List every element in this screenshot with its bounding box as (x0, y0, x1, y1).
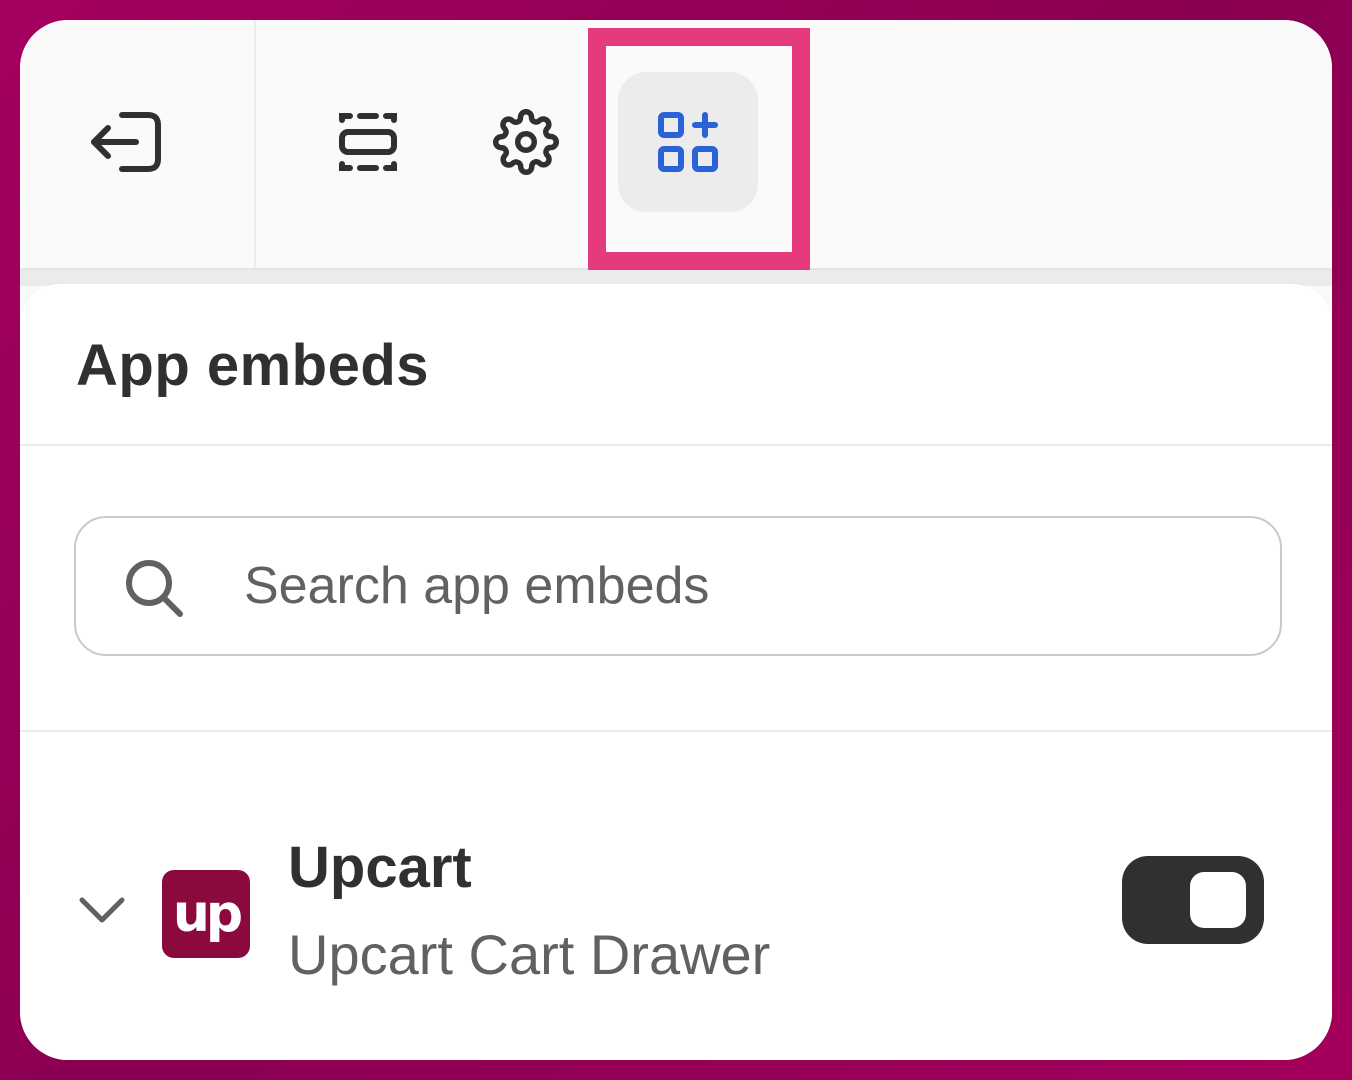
sections-icon (339, 113, 397, 171)
list-item: up Upcart Upcart Cart Drawer (20, 804, 1332, 1004)
toolbar-divider (254, 20, 256, 268)
exit-button[interactable] (58, 72, 198, 212)
exit-icon (91, 112, 161, 172)
sections-button[interactable] (298, 72, 438, 212)
app-embeds-panel: App embeds up Upcart Upcart Cart Drawer (20, 284, 1332, 1060)
divider (20, 730, 1332, 732)
settings-button[interactable] (456, 72, 596, 212)
search-icon (126, 560, 183, 617)
search-input[interactable] (244, 538, 1244, 634)
app-embeds-button[interactable] (618, 72, 758, 212)
app-logo-text: up (172, 884, 243, 944)
app-embed-name: Upcart Cart Drawer (288, 923, 771, 986)
chevron-down-icon[interactable] (78, 894, 126, 924)
toolbar (20, 20, 1332, 270)
toggle-knob (1190, 872, 1246, 928)
panel-title: App embeds (76, 333, 430, 398)
gear-icon (493, 109, 559, 175)
app-embeds-icon (658, 112, 718, 172)
divider (20, 444, 1332, 446)
editor-panel: App embeds up Upcart Upcart Cart Drawer (20, 20, 1332, 1060)
app-logo: up (162, 870, 250, 958)
app-name: Upcart (288, 835, 472, 900)
app-embed-toggle[interactable] (1122, 856, 1264, 944)
search-box[interactable] (74, 516, 1282, 656)
